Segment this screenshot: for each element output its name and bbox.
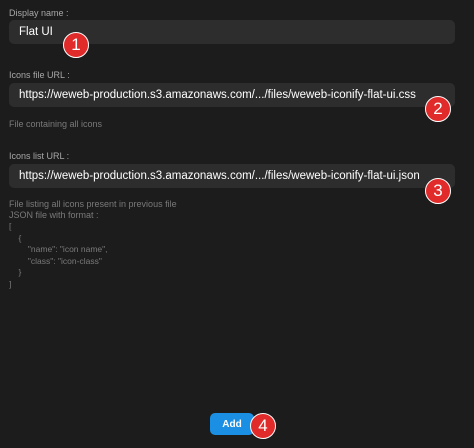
annotation-badge-3: 3	[425, 178, 451, 204]
icons-file-url-helper: File containing all icons	[9, 119, 103, 129]
json-sample-line: ]	[9, 278, 12, 289]
icons-file-url-label: Icons file URL :	[9, 70, 70, 80]
json-format-caption: JSON file with format :	[9, 210, 99, 220]
json-format-sample: [ { "name": "icon name", "class": "icon-…	[9, 221, 108, 290]
annotation-badge-1: 1	[63, 32, 89, 58]
icons-list-url-label: Icons list URL :	[9, 151, 70, 161]
annotation-badge-4: 4	[250, 413, 276, 439]
json-sample-line: "name": "icon name",	[9, 244, 108, 254]
display-name-label: Display name :	[9, 8, 69, 18]
json-sample-line: "class": "icon-class"	[9, 255, 102, 266]
json-sample-line: [	[9, 221, 12, 231]
json-sample-line: {	[9, 232, 22, 243]
icons-file-url-input[interactable]	[9, 83, 455, 107]
icons-list-url-input[interactable]	[9, 164, 455, 188]
annotation-badge-2: 2	[425, 96, 451, 122]
icons-list-url-helper: File listing all icons present in previo…	[9, 199, 177, 209]
add-button[interactable]: Add	[210, 413, 254, 435]
json-sample-line: }	[9, 267, 22, 277]
